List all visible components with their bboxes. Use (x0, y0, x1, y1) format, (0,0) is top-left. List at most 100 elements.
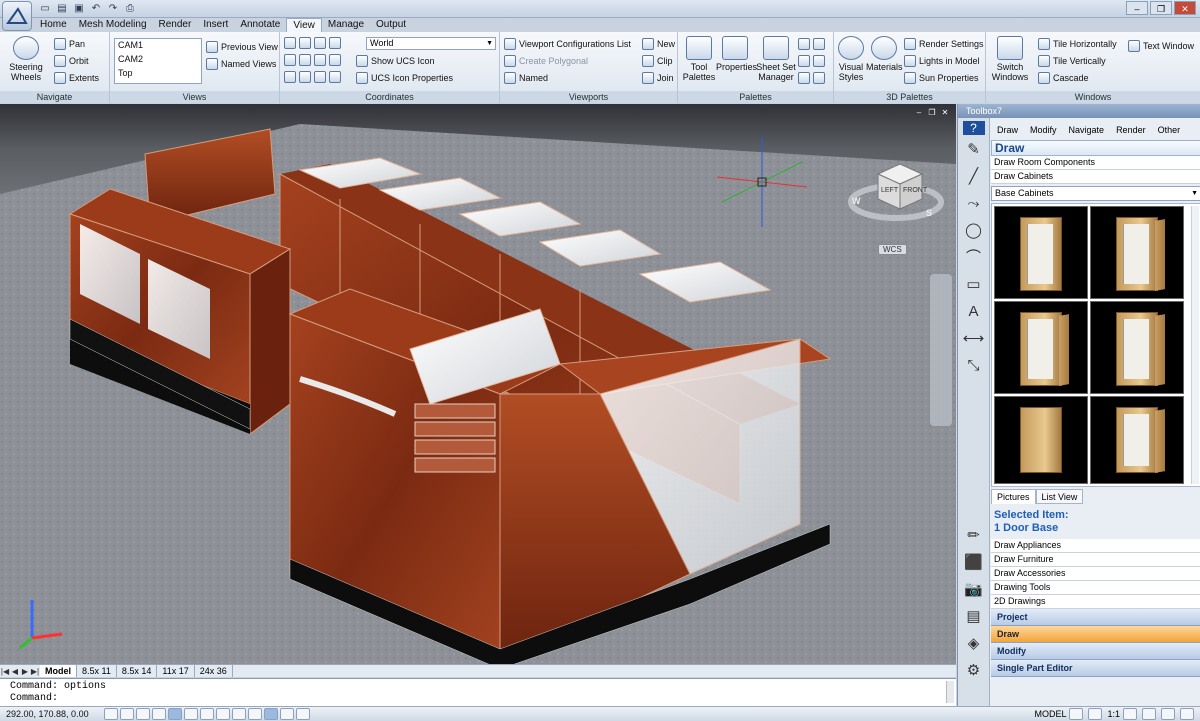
viewcube[interactable]: LEFT FRONT W S (848, 154, 948, 234)
ducs-toggle[interactable] (216, 708, 230, 720)
section-modify[interactable]: Modify (991, 643, 1200, 660)
help-icon[interactable]: ? (962, 121, 985, 135)
sc-toggle[interactable] (296, 708, 310, 720)
pan-button[interactable]: Pan (54, 38, 85, 50)
ortho-toggle[interactable] (136, 708, 150, 720)
quick-view-layouts-icon[interactable] (1069, 708, 1084, 720)
cabinet-thumbnail[interactable] (994, 301, 1088, 394)
qp-toggle[interactable] (280, 708, 294, 720)
drawing-tools-link[interactable]: Drawing Tools (991, 581, 1200, 595)
tab-manage[interactable]: Manage (322, 18, 370, 32)
view-item[interactable]: Top (118, 68, 133, 78)
cabinet-category-select[interactable]: Base Cabinets ▼ (991, 186, 1200, 201)
restore-icon[interactable]: ❐ (927, 108, 937, 118)
snap-toggle[interactable] (104, 708, 118, 720)
cascade-button[interactable]: Cascade (1038, 72, 1089, 84)
viewcube-front-face[interactable]: FRONT (903, 187, 928, 194)
tile-horizontally-button[interactable]: Tile Horizontally (1038, 38, 1117, 50)
viewport-config-button[interactable]: Viewport Configurations List (504, 38, 631, 50)
orbit-button[interactable]: Orbit (54, 55, 89, 67)
named-views-button[interactable]: Named Views (206, 58, 276, 70)
gallery-scrollbar[interactable] (1191, 206, 1199, 484)
aligned-dimension-icon[interactable]: ⤡ (961, 354, 987, 378)
line-icon[interactable]: ╱ (961, 165, 987, 189)
folder-icon[interactable]: ▤ (961, 605, 987, 629)
draw-room-components-link[interactable]: Draw Room Components (991, 156, 1200, 170)
ucs-icon[interactable] (299, 71, 311, 83)
palette-icon[interactable] (813, 55, 825, 67)
section-single-part-editor[interactable]: Single Part Editor (991, 660, 1200, 677)
undo-icon[interactable]: ↶ (89, 2, 103, 15)
tab-output[interactable]: Output (370, 18, 412, 32)
cabinet-thumbnail[interactable] (1090, 396, 1184, 484)
polar-toggle[interactable] (152, 708, 166, 720)
properties-button[interactable]: Properties (716, 36, 757, 72)
dimension-icon[interactable]: ⟷ (961, 327, 987, 351)
lock-icon[interactable] (1161, 708, 1175, 720)
tile-vertically-button[interactable]: Tile Vertically (1038, 55, 1106, 67)
render-settings-button[interactable]: Render Settings (904, 38, 984, 50)
ucs-icon[interactable] (329, 71, 341, 83)
sheet-set-manager-button[interactable]: Sheet Set Manager (756, 36, 796, 82)
open-icon[interactable]: ▤ (55, 2, 69, 15)
application-menu-button[interactable] (2, 1, 32, 31)
draw-appliances-link[interactable]: Draw Appliances (991, 539, 1200, 553)
print-icon[interactable]: ⎙ (123, 2, 137, 15)
new-viewport-button[interactable]: New (642, 38, 675, 50)
first-tab-icon[interactable]: |◀ (0, 667, 10, 676)
steering-wheels-button[interactable]: Steering Wheels (6, 36, 46, 82)
pencil-icon[interactable]: ✎ (961, 138, 987, 162)
viewcube-left-face[interactable]: LEFT (881, 187, 899, 194)
materials-button[interactable]: Materials (866, 36, 903, 72)
layout-tab[interactable]: 8.5x 11 (77, 665, 117, 677)
cabinet-thumbnail[interactable] (994, 396, 1088, 484)
ucs-icon[interactable] (314, 37, 326, 49)
ucs-icon[interactable] (284, 54, 296, 66)
ucs-icon[interactable] (329, 54, 341, 66)
cabinet-thumbnail[interactable] (1090, 206, 1184, 299)
toolbox-menu-modify[interactable]: Modify (1024, 122, 1063, 138)
sun-properties-button[interactable]: Sun Properties (904, 72, 979, 84)
restore-button[interactable]: ❐ (1150, 1, 1172, 15)
lwt-toggle[interactable] (248, 708, 262, 720)
wcs-menu[interactable]: WCS (878, 244, 907, 255)
rectangle-icon[interactable]: ▭ (961, 273, 987, 297)
arc-icon[interactable]: ⌒ (961, 246, 987, 270)
extents-button[interactable]: Extents (54, 72, 99, 84)
ucs-icon-properties-button[interactable]: UCS Icon Properties (356, 72, 453, 84)
model-space-button[interactable]: MODEL (1034, 709, 1066, 719)
draw-cabinets-link[interactable]: Draw Cabinets (991, 170, 1200, 184)
ucs-combo[interactable]: World ▼ (366, 37, 496, 50)
toolbox-menu-render[interactable]: Render (1110, 122, 1152, 138)
next-tab-icon[interactable]: ▶ (20, 667, 30, 676)
command-line[interactable]: Command: options Command: (0, 678, 956, 706)
view-item[interactable]: CAM1 (118, 40, 143, 50)
clean-screen-icon[interactable] (1180, 708, 1194, 720)
draw-accessories-link[interactable]: Draw Accessories (991, 567, 1200, 581)
settings-icon[interactable]: ⚙ (961, 659, 987, 683)
previous-view-button[interactable]: Previous View (206, 41, 278, 53)
redo-icon[interactable]: ↷ (106, 2, 120, 15)
ucs-icon[interactable] (284, 37, 296, 49)
circle-icon[interactable]: ◯ (961, 219, 987, 243)
render-icon[interactable]: ◈ (961, 632, 987, 656)
annotation-visibility-icon[interactable] (1123, 708, 1137, 720)
command-prompt[interactable]: Command: (10, 693, 946, 705)
toolbox-menu-navigate[interactable]: Navigate (1063, 122, 1111, 138)
navigation-bar[interactable] (930, 274, 952, 426)
ucs-icon[interactable] (299, 54, 311, 66)
last-tab-icon[interactable]: ▶| (30, 667, 40, 676)
show-ucs-icon-button[interactable]: Show UCS Icon (356, 55, 435, 67)
command-scrollbar[interactable] (946, 681, 954, 703)
visual-styles-button[interactable]: Visual Styles (836, 36, 866, 82)
grid-toggle[interactable] (120, 708, 134, 720)
tab-annotate[interactable]: Annotate (234, 18, 286, 32)
palette-icon[interactable] (798, 38, 810, 50)
draw-furniture-link[interactable]: Draw Furniture (991, 553, 1200, 567)
save-icon[interactable]: ▣ (72, 2, 86, 15)
cabinet-thumbnail[interactable] (1090, 301, 1184, 394)
tab-list-view[interactable]: List View (1035, 489, 1084, 504)
minimize-icon[interactable]: – (914, 108, 924, 118)
palette-icon[interactable] (798, 72, 810, 84)
annotation-scale[interactable]: 1:1 (1107, 709, 1120, 719)
